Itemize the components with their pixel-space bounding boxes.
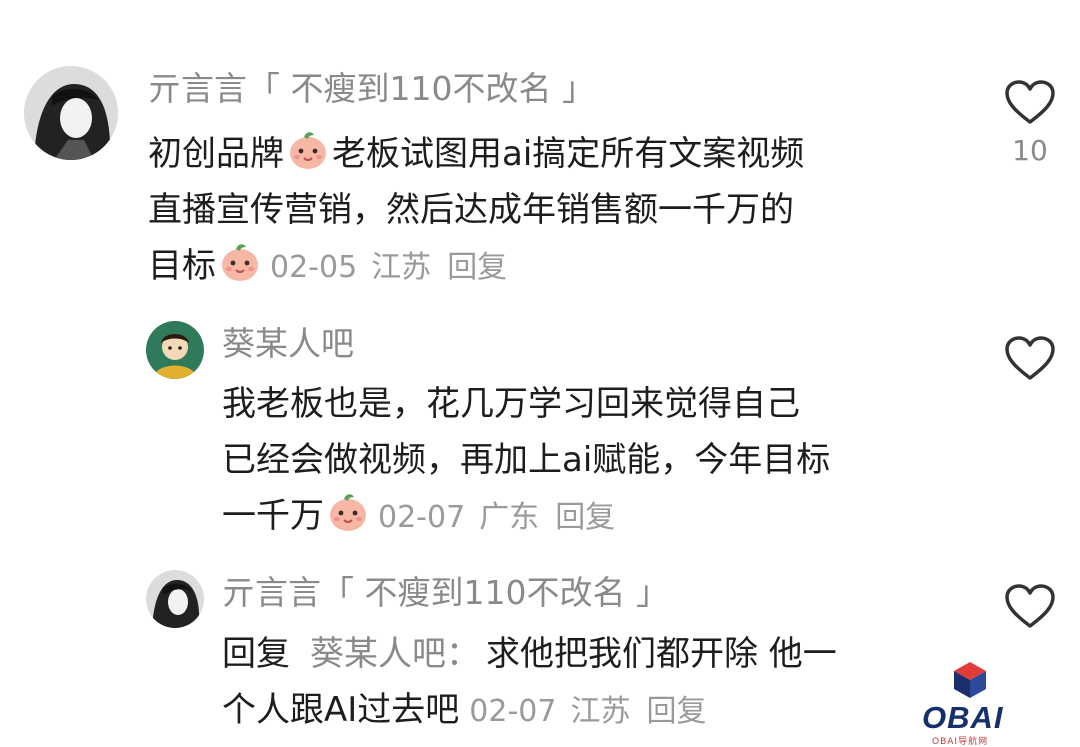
peach-face-emoji	[222, 244, 258, 281]
comment-3-like-button[interactable]	[1000, 584, 1060, 634]
watermark-subtext: OBAI导航网	[932, 737, 989, 747]
comment-3-reply-button[interactable]: 回复	[646, 694, 706, 729]
comment-1-line-1a: 初创品牌	[148, 134, 284, 174]
watermark-text: OBAI	[922, 700, 1004, 735]
comment-2-avatar[interactable]	[146, 321, 204, 379]
comment-3-username[interactable]: 亓言言「 不瘦到110不改名 」	[222, 576, 669, 609]
comment-2-username[interactable]: 葵某人吧	[222, 327, 354, 360]
comment-2-location: 广东	[479, 500, 540, 535]
comment-3-date: 02-07	[469, 694, 557, 729]
comment-2-line-3: 一千万	[222, 496, 324, 536]
comment-2-line-2: 已经会做视频，再加上ai赋能，今年目标	[222, 440, 831, 480]
comment-1-like-button[interactable]: 10	[1000, 80, 1060, 167]
obai-watermark: OBAI OBAI导航网	[920, 660, 1030, 747]
comment-3-reply-prefix: 回复	[222, 634, 290, 674]
comment-1-text: 初创品牌 老板试图用ai搞定所有文案视频 直播宣传营销，然后达成年销售额一千万的 …	[148, 126, 804, 296]
comment-3-avatar[interactable]	[146, 570, 204, 628]
comment-2-text: 我老板也是，花几万学习回来觉得自己 已经会做视频，再加上ai赋能，今年目标 一千…	[222, 376, 830, 546]
cube-logo-icon	[954, 662, 986, 698]
comment-1-line-1b: 老板试图用ai搞定所有文案视频	[332, 134, 805, 174]
comment-2-like-button[interactable]	[1000, 336, 1060, 386]
comment-1-reply-button[interactable]: 回复	[447, 250, 507, 285]
peach-face-emoji	[290, 132, 326, 169]
comment-1-line-3: 目标	[148, 246, 216, 286]
heart-outline-icon	[1005, 80, 1055, 124]
avatar[interactable]	[24, 66, 118, 160]
comment-1-line-2: 直播宣传营销，然后达成年销售额一千万的	[148, 190, 794, 230]
comment-3-line-2: 个人跟AI过去吧	[222, 690, 460, 730]
comment-3-line-1: 求他把我们都开除 他一	[486, 634, 837, 674]
comment-3-reply-to[interactable]: 葵某人吧：	[310, 634, 480, 674]
comment-1-username[interactable]: 亓言言「 不瘦到110不改名 」	[148, 72, 595, 105]
heart-outline-icon	[1005, 336, 1055, 380]
peach-face-emoji	[330, 494, 366, 531]
comment-1-like-count: 10	[1012, 134, 1048, 167]
comment-1-location: 江苏	[371, 250, 432, 285]
comment-1-date: 02-05	[270, 250, 358, 285]
comment-2-reply-button[interactable]: 回复	[555, 500, 615, 535]
comment-2-date: 02-07	[378, 500, 466, 535]
comment-2-line-1: 我老板也是，花几万学习回来觉得自己	[222, 384, 800, 424]
heart-outline-icon	[1005, 584, 1055, 628]
comment-3-text: 回复 葵某人吧： 求他把我们都开除 他一 个人跟AI过去吧 02-07 江苏 回复	[222, 626, 837, 740]
comment-3-location: 江苏	[570, 694, 631, 729]
